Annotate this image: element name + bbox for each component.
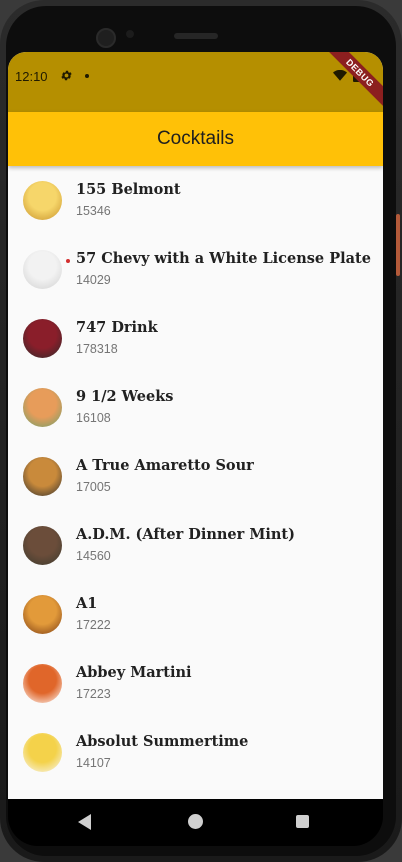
- navigation-bar: [8, 799, 383, 846]
- cocktail-thumbnail: [23, 526, 62, 565]
- cocktail-id: 14560: [76, 549, 111, 563]
- cocktail-id: 17005: [76, 480, 111, 494]
- cocktail-id: 16108: [76, 411, 111, 425]
- cocktail-id: 14107: [76, 756, 111, 770]
- cocktail-thumbnail: [23, 733, 62, 772]
- sensor: [126, 30, 134, 38]
- cocktail-thumbnail: [23, 664, 62, 703]
- list-item[interactable]: 747 Drink 178318: [8, 304, 383, 373]
- list-item[interactable]: 57 Chevy with a White License Plate 14029: [8, 235, 383, 304]
- cocktail-thumbnail: [23, 457, 62, 496]
- app-bar: Cocktails: [8, 112, 383, 166]
- cocktail-id: 14029: [76, 273, 111, 287]
- cocktail-id: 17222: [76, 618, 111, 632]
- power-button: [396, 214, 400, 276]
- cocktail-name: Abbey Martini: [76, 664, 192, 681]
- list-item[interactable]: A.D.M. (After Dinner Mint) 14560: [8, 511, 383, 580]
- front-camera: [96, 28, 116, 48]
- cocktail-name: A1: [76, 595, 98, 612]
- cocktail-name: 57 Chevy with a White License Plate: [76, 250, 371, 267]
- list-item[interactable]: A True Amaretto Sour 17005: [8, 442, 383, 511]
- cocktail-name: 9 1/2 Weeks: [76, 388, 174, 405]
- cocktail-name: Absolut Summertime: [76, 733, 249, 750]
- home-icon[interactable]: [188, 814, 203, 829]
- list-item[interactable]: 9 1/2 Weeks 16108: [8, 373, 383, 442]
- cocktail-name: 155 Belmont: [76, 181, 181, 198]
- touch-indicator-dot: [66, 259, 70, 263]
- cocktail-id: 17223: [76, 687, 111, 701]
- page-title: Cocktails: [156, 128, 235, 149]
- back-icon[interactable]: [78, 814, 91, 830]
- cocktail-name: A True Amaretto Sour: [76, 457, 254, 474]
- list-item[interactable]: Absolut Summertime 14107: [8, 718, 383, 787]
- list-item[interactable]: A1 17222: [8, 580, 383, 649]
- cocktail-thumbnail: [23, 181, 62, 220]
- cocktail-thumbnail: [23, 595, 62, 634]
- status-bar: 12:10 DEBUG: [8, 52, 383, 112]
- cocktail-name: 747 Drink: [76, 319, 158, 336]
- screen: 12:10 DEBUG Cocktails 155 Belmont 15346 57…: [8, 52, 383, 799]
- cocktail-id: 15346: [76, 204, 111, 218]
- recent-apps-icon[interactable]: [296, 815, 309, 828]
- cocktail-name: A.D.M. (After Dinner Mint): [76, 526, 295, 543]
- list-item[interactable]: 155 Belmont 15346: [8, 166, 383, 235]
- cocktail-id: 178318: [76, 342, 118, 356]
- cocktail-list: 155 Belmont 15346 57 Chevy with a White Li…: [8, 166, 383, 787]
- list-item[interactable]: Abbey Martini 17223: [8, 649, 383, 718]
- cocktail-thumbnail: [23, 319, 62, 358]
- settings-gear-icon: [61, 70, 72, 81]
- wifi-icon: [333, 70, 347, 81]
- cocktail-thumbnail: [23, 250, 62, 289]
- cocktail-thumbnail: [23, 388, 62, 427]
- earpiece-speaker: [174, 33, 218, 39]
- notification-dot-icon: [85, 74, 89, 78]
- status-time: 12:10: [15, 69, 48, 84]
